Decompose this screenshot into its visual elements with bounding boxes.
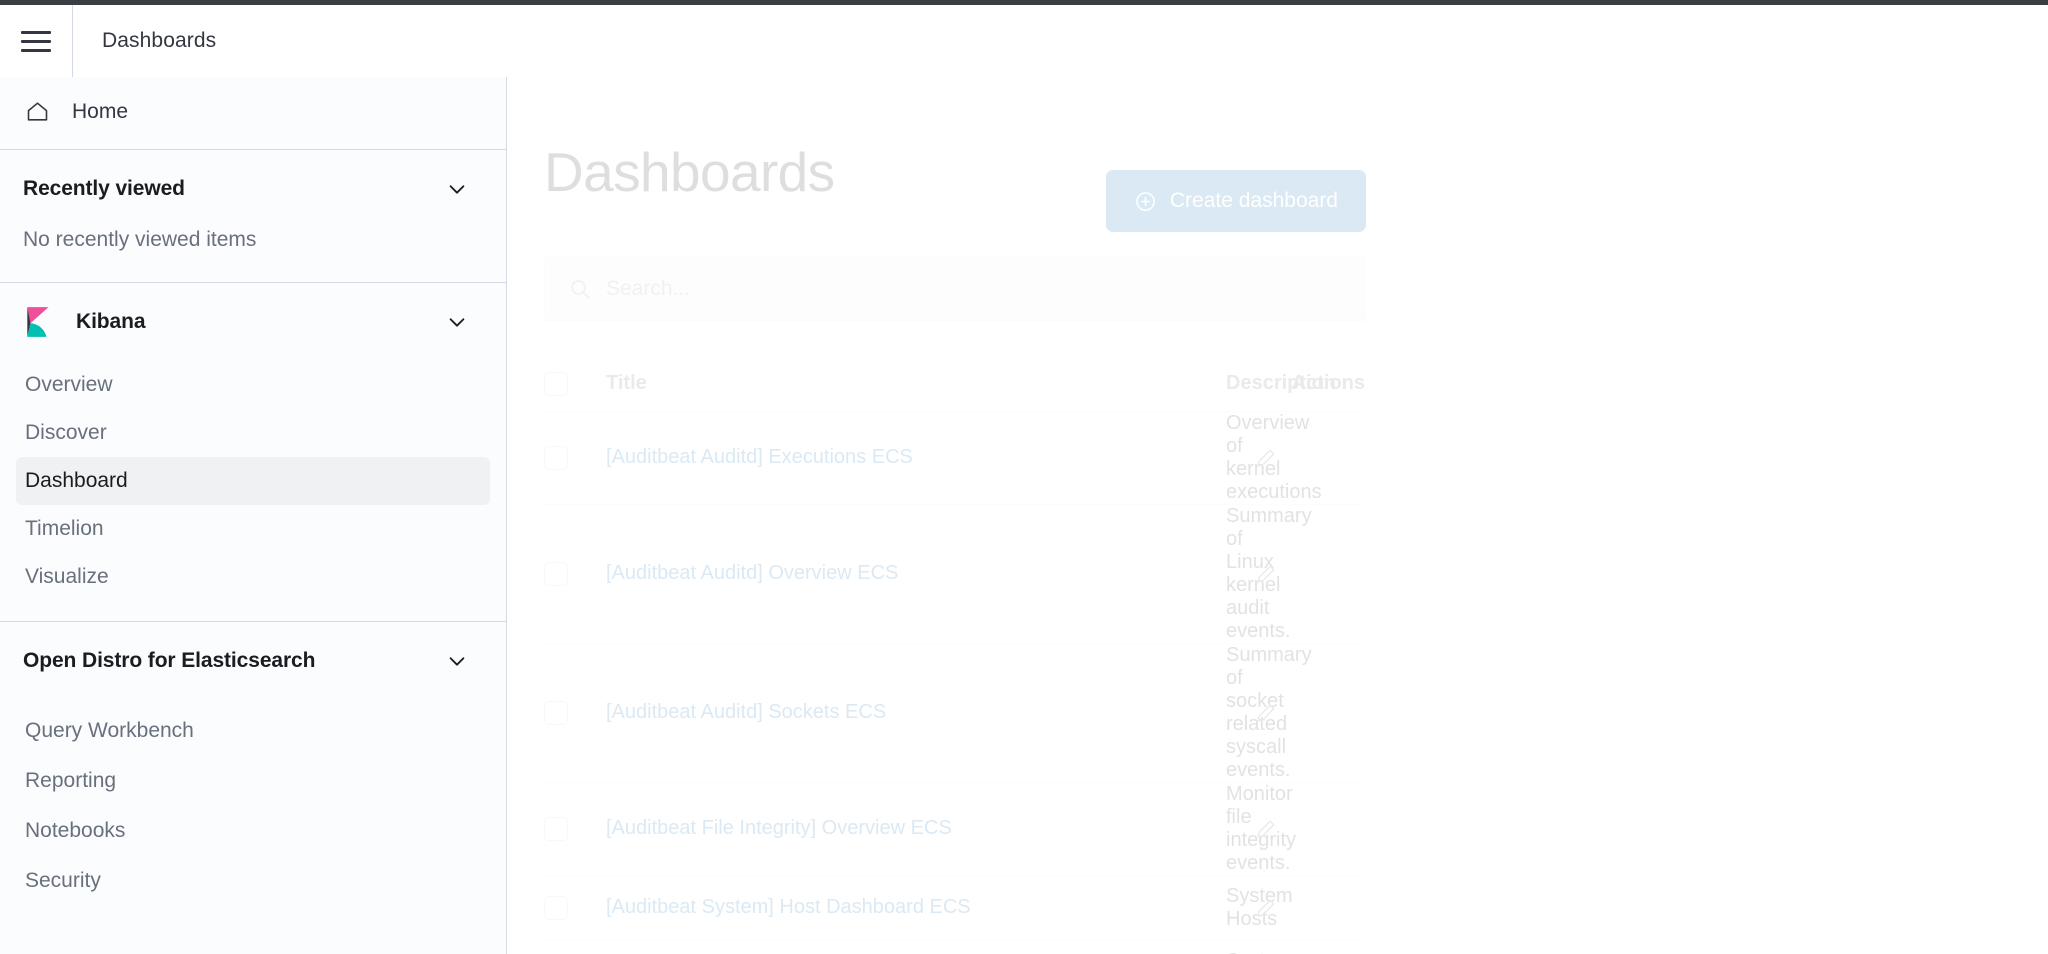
- row-description-cell: Monitor file integrity events.: [1226, 782, 1255, 875]
- sidebar-item-discover[interactable]: Discover: [16, 409, 490, 457]
- table-row: [Auditbeat File Integrity] Overview ECS M…: [544, 782, 1365, 875]
- sidebar-item-home[interactable]: Home: [0, 74, 506, 149]
- sidebar-item-reporting[interactable]: Reporting: [16, 756, 490, 806]
- column-header-title[interactable]: Title: [606, 357, 1226, 411]
- sidebar-item-dashboard[interactable]: Dashboard: [16, 457, 490, 505]
- sidebar-group-recently-viewed[interactable]: Recently viewed: [0, 150, 506, 228]
- row-checkbox[interactable]: [544, 446, 568, 470]
- dashboard-title-link[interactable]: [Auditbeat System] Host Dashboard ECS: [606, 896, 971, 918]
- search-box[interactable]: [544, 257, 1365, 320]
- pencil-icon[interactable]: [1255, 447, 1277, 469]
- kibana-logo-icon: [22, 305, 56, 339]
- row-checkbox[interactable]: [544, 701, 568, 725]
- pencil-icon[interactable]: [1255, 563, 1277, 585]
- hamburger-menu-icon[interactable]: [0, 5, 72, 77]
- table-header-row: Title Description Actions: [544, 357, 1365, 411]
- chevron-down-icon[interactable]: [446, 178, 468, 200]
- table-row: [Auditbeat Auditd] Executions ECS Overvie…: [544, 411, 1365, 504]
- sidebar-open-distro-links: Query WorkbenchReportingNotebooksSecurit…: [0, 700, 506, 926]
- chevron-down-icon[interactable]: [446, 311, 468, 333]
- row-title-cell: [Auditbeat System] Login Dashboard ECS: [606, 940, 1226, 954]
- column-header-description[interactable]: Description: [1226, 357, 1255, 411]
- row-title-cell: [Auditbeat Auditd] Overview ECS: [606, 504, 1226, 643]
- dashboard-title-link[interactable]: [Auditbeat Auditd] Executions ECS: [606, 446, 913, 468]
- home-icon: [22, 97, 52, 127]
- search-icon: [568, 277, 592, 301]
- row-description-cell: Overview of kernel executions: [1226, 411, 1255, 504]
- select-all-cell: [544, 357, 606, 411]
- create-dashboard-button[interactable]: Create dashboard: [1106, 170, 1366, 232]
- row-select-cell: [544, 782, 606, 875]
- create-dashboard-label: Create dashboard: [1170, 189, 1338, 213]
- sidebar-group-kibana-title: Kibana: [76, 310, 446, 334]
- table-body: [Auditbeat Auditd] Executions ECS Overvie…: [544, 411, 1365, 954]
- row-select-cell: [544, 411, 606, 504]
- row-title-cell: [Auditbeat Auditd] Executions ECS: [606, 411, 1226, 504]
- dashboards-table: Title Description Actions [Auditbeat Aud…: [544, 357, 1365, 954]
- sidebar-item-security[interactable]: Security: [16, 856, 490, 906]
- sidebar-group-recently-viewed-title: Recently viewed: [23, 177, 446, 201]
- sidebar-item-timelion[interactable]: Timelion: [16, 505, 490, 553]
- row-checkbox[interactable]: [544, 817, 568, 841]
- sidebar-kibana-links: OverviewDiscoverDashboardTimelionVisuali…: [0, 361, 506, 621]
- sidebar-item-home-label: Home: [72, 100, 128, 124]
- app-header: Dashboards: [0, 5, 2048, 77]
- recently-viewed-empty-text: No recently viewed items: [0, 228, 506, 282]
- row-title-cell: [Auditbeat System] Host Dashboard ECS: [606, 875, 1226, 940]
- sidebar-item-overview[interactable]: Overview: [16, 361, 490, 409]
- sidebar-item-query-workbench[interactable]: Query Workbench: [16, 706, 490, 756]
- table-header: Title Description Actions: [544, 357, 1365, 411]
- row-description-cell: Summary of Linux kernel audit events.: [1226, 504, 1255, 643]
- plus-in-circle-icon: [1134, 190, 1157, 213]
- search-input[interactable]: [606, 257, 1365, 320]
- row-select-cell: [544, 504, 606, 643]
- window-title-strip: [0, 0, 2048, 5]
- breadcrumb[interactable]: Dashboards: [73, 29, 216, 53]
- dashboard-title-link[interactable]: [Auditbeat File Integrity] Overview ECS: [606, 817, 952, 839]
- search-row: [544, 257, 1365, 320]
- chevron-down-icon[interactable]: [446, 650, 468, 672]
- table-row: [Auditbeat System] Host Dashboard ECS Sys…: [544, 875, 1365, 940]
- sidebar-group-kibana[interactable]: Kibana: [0, 283, 506, 361]
- row-select-cell: [544, 643, 606, 782]
- table-row: [Auditbeat Auditd] Overview ECS Summary o…: [544, 504, 1365, 643]
- row-select-cell: [544, 940, 606, 954]
- row-description-cell: Summary of socket related syscall events…: [1226, 643, 1255, 782]
- row-checkbox[interactable]: [544, 896, 568, 920]
- row-select-cell: [544, 875, 606, 940]
- sidebar-item-visualize[interactable]: Visualize: [16, 553, 490, 601]
- sidebar-group-open-distro[interactable]: Open Distro for Elasticsearch: [0, 622, 506, 700]
- table-row: [Auditbeat Auditd] Sockets ECS Summary of…: [544, 643, 1365, 782]
- row-description-cell: System Logins: [1226, 940, 1255, 954]
- dashboard-title-link[interactable]: [Auditbeat Auditd] Overview ECS: [606, 562, 898, 584]
- select-all-checkbox[interactable]: [544, 372, 568, 396]
- row-checkbox[interactable]: [544, 562, 568, 586]
- sidebar-item-notebooks[interactable]: Notebooks: [16, 806, 490, 856]
- table-row: [Auditbeat System] Login Dashboard ECSSy…: [544, 940, 1365, 954]
- sidebar-group-open-distro-title: Open Distro for Elasticsearch: [23, 649, 446, 673]
- hamburger-bars: [21, 31, 51, 52]
- row-title-cell: [Auditbeat File Integrity] Overview ECS: [606, 782, 1226, 875]
- row-title-cell: [Auditbeat Auditd] Sockets ECS: [606, 643, 1226, 782]
- navigation-flyout: Home Recently viewed No recently viewed …: [0, 73, 507, 954]
- pencil-icon[interactable]: [1255, 897, 1277, 919]
- pencil-icon[interactable]: [1255, 818, 1277, 840]
- main-content-area: Dashboards Create dashboard: [507, 73, 2048, 954]
- row-description-cell: System Hosts: [1226, 875, 1255, 940]
- dashboard-title-link[interactable]: [Auditbeat Auditd] Sockets ECS: [606, 701, 886, 723]
- pencil-icon[interactable]: [1255, 702, 1277, 724]
